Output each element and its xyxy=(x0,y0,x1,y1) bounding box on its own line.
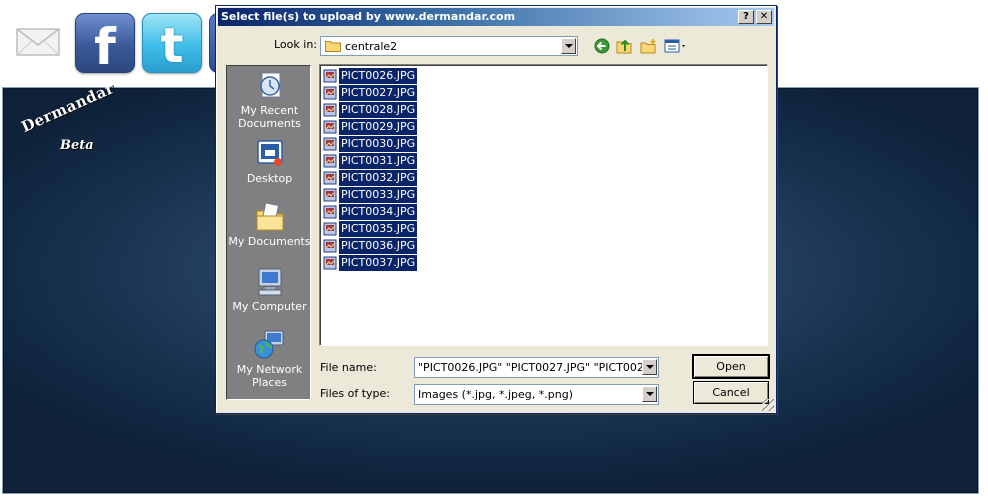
jpg-file-icon xyxy=(323,222,337,236)
place-label: My Documents xyxy=(228,235,311,248)
look-in-label: Look in: xyxy=(274,38,317,51)
folder-icon xyxy=(325,41,341,52)
file-list-item[interactable]: PICT0036.JPG xyxy=(323,238,418,254)
jpg-file-icon xyxy=(323,103,337,117)
place-my-documents[interactable]: My Documents xyxy=(227,201,312,248)
file-type-label: Files of type: xyxy=(320,387,391,400)
jpg-file-icon xyxy=(323,120,337,134)
dermandar-logo[interactable]: Dermandar Beta xyxy=(19,79,117,160)
places-bar: My Recent Documents Desktop My Documents xyxy=(226,65,311,400)
place-desktop[interactable]: Desktop xyxy=(227,138,312,185)
page: f t Dermandar Beta Select file(s) to upl… xyxy=(0,0,988,497)
file-list-item[interactable]: PICT0028.JPG xyxy=(323,102,418,118)
file-list-item[interactable]: PICT0029.JPG xyxy=(323,119,418,135)
file-name-label: File name: xyxy=(320,361,377,374)
twitter-icon[interactable]: t xyxy=(142,13,202,73)
close-button[interactable]: ✕ xyxy=(756,10,772,24)
file-type-value: Images (*.jpg, *.jpeg, *.png) xyxy=(418,388,573,401)
file-list-item[interactable]: PICT0034.JPG xyxy=(323,204,418,220)
file-name-text: PICT0035.JPG xyxy=(339,221,418,237)
back-icon[interactable] xyxy=(593,38,611,54)
chevron-down-icon[interactable] xyxy=(642,386,657,402)
dialog-title: Select file(s) to upload by www.dermanda… xyxy=(221,10,516,23)
file-list-item[interactable]: PICT0033.JPG xyxy=(323,187,418,203)
views-menu-icon[interactable] xyxy=(664,38,688,54)
look-in-value: centrale2 xyxy=(345,40,398,53)
file-name-text: PICT0027.JPG xyxy=(339,85,418,101)
jpg-file-icon xyxy=(323,137,337,151)
place-network-places[interactable]: My Network Places xyxy=(227,329,312,389)
logo-beta-badge: Beta xyxy=(60,138,94,153)
file-name-text: PICT0030.JPG xyxy=(339,136,418,152)
file-list-item[interactable]: PICT0026.JPG xyxy=(323,68,418,84)
jpg-file-icon xyxy=(323,256,337,270)
up-folder-icon[interactable] xyxy=(616,38,634,54)
file-name-value: "PICT0026.JPG" "PICT0027.JPG" "PICT0028.… xyxy=(418,361,659,374)
look-in-dropdown[interactable]: centrale2 xyxy=(320,36,578,56)
chevron-down-icon[interactable] xyxy=(561,38,576,54)
jpg-file-icon xyxy=(323,69,337,83)
file-type-dropdown[interactable]: Images (*.jpg, *.jpeg, *.png) xyxy=(414,384,659,405)
jpg-file-icon xyxy=(323,86,337,100)
file-name-text: PICT0029.JPG xyxy=(339,119,418,135)
dialog-titlebar[interactable]: Select file(s) to upload by www.dermanda… xyxy=(218,8,774,26)
network-places-icon xyxy=(254,330,283,359)
place-my-computer[interactable]: My Computer xyxy=(227,266,312,313)
open-button[interactable]: Open xyxy=(692,354,770,379)
jpg-file-icon xyxy=(323,171,337,185)
file-name-text: PICT0033.JPG xyxy=(339,187,418,203)
file-list[interactable]: PICT0026.JPG PICT0027.JPG PICT0028.JPG PICT… xyxy=(319,64,768,346)
resize-grip[interactable] xyxy=(762,399,774,411)
file-list-item[interactable]: PICT0030.JPG xyxy=(323,136,418,152)
file-list-item[interactable]: PICT0035.JPG xyxy=(323,221,418,237)
file-name-text: PICT0028.JPG xyxy=(339,102,418,118)
file-name-text: PICT0026.JPG xyxy=(339,68,418,84)
file-name-text: PICT0032.JPG xyxy=(339,170,418,186)
file-list-item[interactable]: PICT0037.JPG xyxy=(323,255,418,271)
facebook-icon[interactable]: f xyxy=(75,13,135,73)
file-upload-dialog: Select file(s) to upload by www.dermanda… xyxy=(215,5,777,414)
file-name-text: PICT0031.JPG xyxy=(339,153,418,169)
place-label: My Computer xyxy=(232,300,307,313)
place-label: My Recent Documents xyxy=(238,104,301,130)
file-name-text: PICT0037.JPG xyxy=(339,255,418,271)
jpg-file-icon xyxy=(323,205,337,219)
place-label: Desktop xyxy=(246,172,293,185)
place-recent-documents[interactable]: My Recent Documents xyxy=(227,70,312,130)
cancel-button[interactable]: Cancel xyxy=(693,381,769,404)
recent-documents-icon xyxy=(259,72,280,98)
my-computer-icon xyxy=(258,268,281,296)
jpg-file-icon xyxy=(323,239,337,253)
file-name-text: PICT0036.JPG xyxy=(339,238,418,254)
chevron-down-icon[interactable] xyxy=(642,359,657,375)
file-name-text: PICT0034.JPG xyxy=(339,204,418,220)
file-name-input[interactable]: "PICT0026.JPG" "PICT0027.JPG" "PICT0028.… xyxy=(414,357,659,378)
jpg-file-icon xyxy=(323,188,337,202)
desktop-icon xyxy=(256,140,283,166)
mail-icon[interactable] xyxy=(14,26,62,58)
help-button[interactable]: ? xyxy=(738,10,754,24)
file-list-item[interactable]: PICT0031.JPG xyxy=(323,153,418,169)
jpg-file-icon xyxy=(323,154,337,168)
file-list-item[interactable]: PICT0032.JPG xyxy=(323,170,418,186)
new-folder-icon[interactable] xyxy=(640,38,658,54)
my-documents-icon xyxy=(256,202,283,231)
file-list-item[interactable]: PICT0027.JPG xyxy=(323,85,418,101)
place-label: My Network Places xyxy=(236,363,303,389)
